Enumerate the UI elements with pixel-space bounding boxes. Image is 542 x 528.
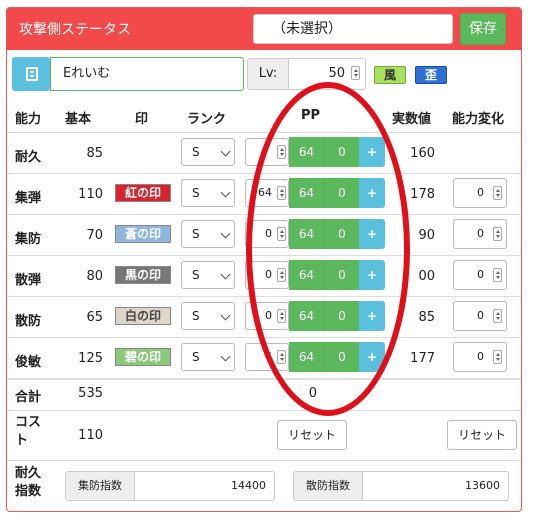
seal-badge: 黒の印	[115, 266, 171, 284]
character-select[interactable]: （未選択）	[253, 14, 453, 44]
stat-label: 散弾	[15, 273, 42, 288]
focus-index-value: 14400	[135, 471, 275, 501]
change-spinner-icon[interactable]	[493, 309, 502, 323]
focus-index-label: 集防指数	[65, 471, 135, 501]
col-base: 基本	[65, 112, 92, 127]
spread-index-label: 散防指数	[293, 471, 363, 501]
cost-label: コスト	[15, 415, 42, 448]
col-change: 能力変化	[452, 112, 505, 127]
stat-label: 俊敏	[15, 355, 42, 370]
distort-type-tag[interactable]: 歪	[415, 66, 447, 84]
wind-type-tag[interactable]: 風	[374, 66, 406, 84]
stat-actual: 177	[410, 351, 435, 366]
seal-badge: 碧の印	[115, 348, 171, 366]
total-base: 535	[78, 386, 103, 401]
stat-base: 70	[86, 228, 103, 243]
seal-badge: 白の印	[115, 307, 171, 325]
name-input[interactable]: Eれいむ	[50, 57, 244, 91]
divider	[7, 132, 521, 133]
book-button[interactable]	[12, 57, 50, 91]
stat-label: 散防	[15, 314, 42, 329]
panel-title: 攻撃側ステータス	[19, 22, 131, 38]
lv-spinner-icon[interactable]	[351, 66, 360, 80]
change-spinner-icon[interactable]	[493, 268, 502, 282]
stat-label: 集弾	[15, 191, 42, 206]
spread-index-value: 13600	[363, 471, 509, 501]
stat-label: 集防	[15, 232, 42, 247]
stat-base: 65	[86, 310, 103, 325]
col-stat: 能力	[15, 112, 42, 127]
change-spinner-icon[interactable]	[493, 227, 502, 241]
durability-label: 耐久指数	[15, 466, 42, 499]
divider	[7, 410, 521, 411]
cost-value: 110	[78, 428, 103, 443]
save-button[interactable]: 保存	[460, 13, 506, 45]
seal-badge: 蒼の印	[115, 225, 171, 243]
col-actual: 実数値	[392, 112, 432, 127]
reset-button-pp[interactable]: リセット	[277, 420, 347, 450]
reset-button-change[interactable]: リセット	[447, 420, 517, 450]
panel-header: 攻撃側ステータス （未選択） 保存	[7, 8, 521, 50]
stat-base: 110	[78, 187, 103, 202]
col-rank: ランク	[187, 112, 227, 127]
divider	[7, 460, 521, 461]
total-label: 合計	[15, 390, 42, 405]
stat-label: 耐久	[15, 150, 42, 165]
annotation-circle	[246, 82, 410, 416]
seal-badge: 紅の印	[115, 184, 171, 202]
col-seal: 印	[135, 112, 149, 127]
book-icon	[26, 67, 38, 81]
change-spinner-icon[interactable]	[493, 186, 502, 200]
stat-base: 85	[86, 146, 103, 161]
divider	[7, 379, 521, 380]
lv-label: Lv:	[247, 58, 289, 90]
stat-base: 80	[86, 269, 103, 284]
change-spinner-icon[interactable]	[493, 350, 502, 364]
stat-base: 125	[78, 351, 103, 366]
